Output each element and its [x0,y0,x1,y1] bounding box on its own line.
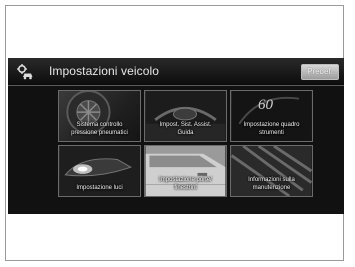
tile-label: Sistema controllo pressione pneumatici [71,122,128,136]
tile-label: Impost. Sist. Assist. Guida [159,122,212,136]
default-button[interactable]: Predef. [301,64,339,80]
title-bar: Impostazioni veicolo Predef. [8,58,344,86]
tile-lights[interactable]: Impostazione luci [58,145,141,197]
vehicle-settings-screen: Impostazioni veicolo Predef. Sistema con… [8,58,344,214]
tile-maintenance[interactable]: Informazioni sulla manutenzione [230,145,313,197]
gauge-value: 60 [258,97,273,113]
tile-label: Impostazione luci [76,184,123,191]
tile-tire-pressure[interactable]: Sistema controllo pressione pneumatici [58,90,141,142]
tile-label: Informazioni sulla manutenzione [248,177,295,191]
tile-label: Impostazione porte/ finestrini [159,177,212,191]
tile-driver-assist[interactable]: Impost. Sist. Assist. Guida [144,90,227,142]
tile-doors-windows[interactable]: Impostazione porte/ finestrini [144,145,227,197]
gear-car-icon [17,64,33,80]
tile-instrument-panel[interactable]: 60 Impostazione quadro strumenti [230,90,313,142]
page: Impostazioni veicolo Predef. Sistema con… [0,0,355,267]
settings-grid: Sistema controllo pressione pneumatici I… [8,85,344,214]
page-title: Impostazioni veicolo [49,64,160,78]
tile-label: Impostazione quadro strumenti [243,122,300,136]
